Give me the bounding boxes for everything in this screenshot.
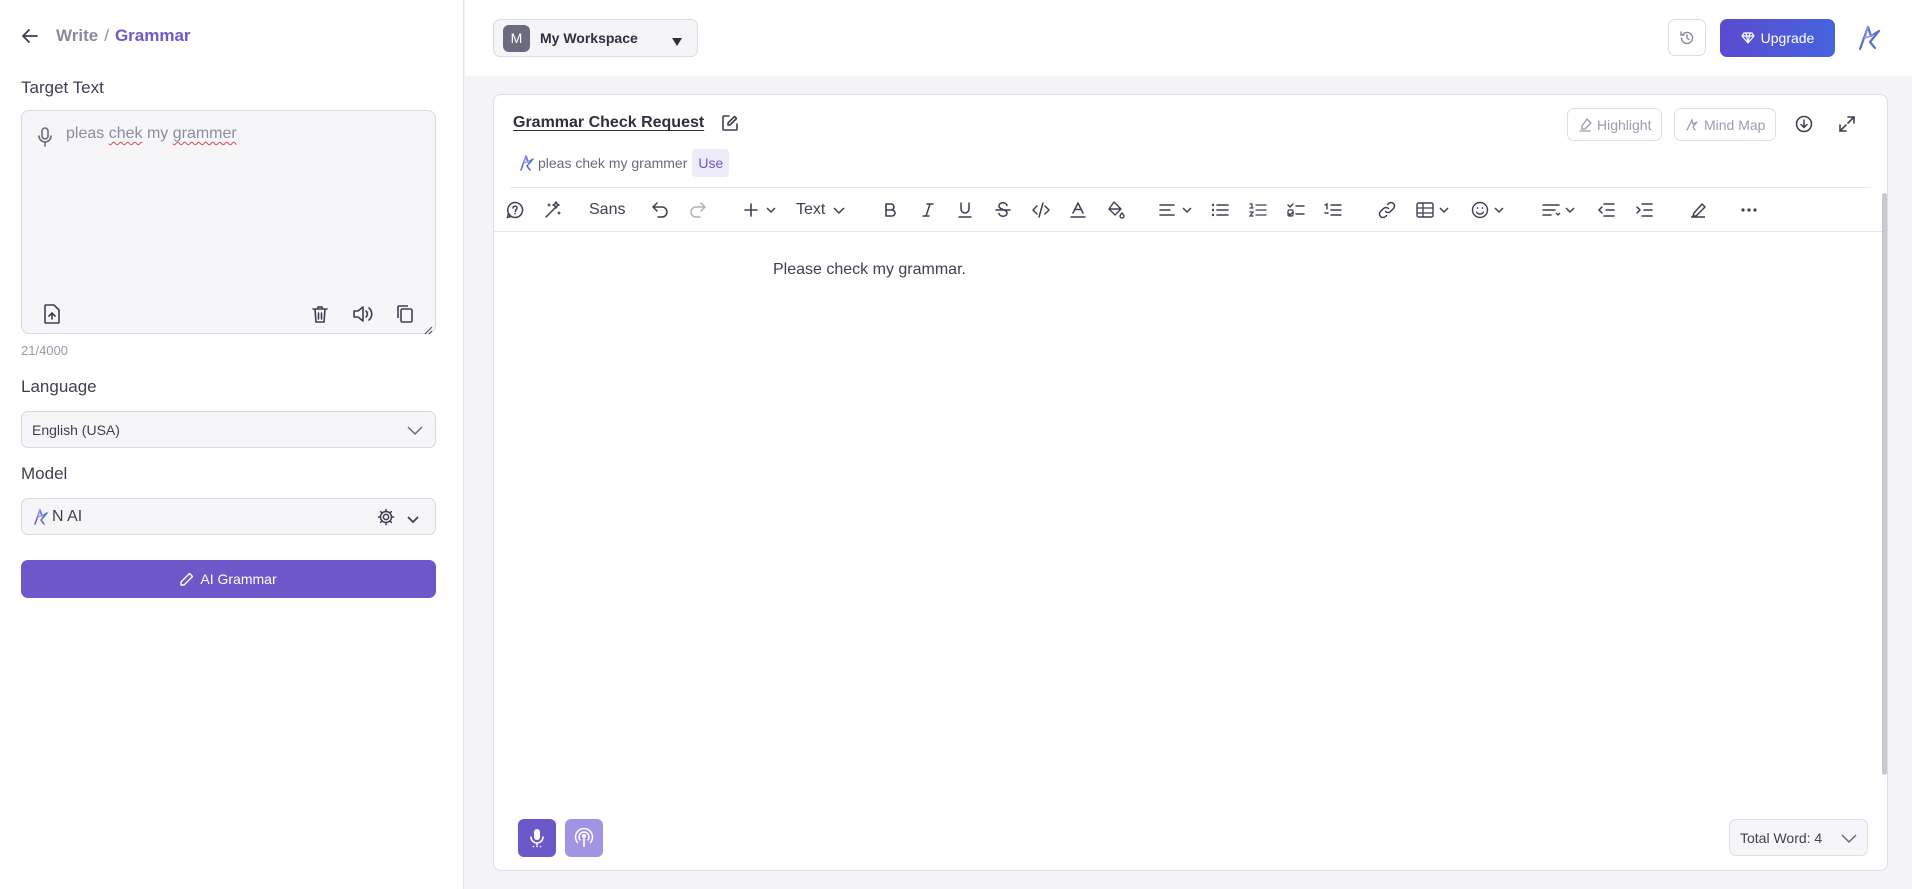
upgrade-label: Upgrade xyxy=(1760,30,1815,46)
undo-icon[interactable] xyxy=(651,198,669,222)
caret-down-icon xyxy=(671,34,683,46)
workspace-avatar: M xyxy=(503,24,530,52)
more-options-icon[interactable] xyxy=(1740,198,1758,222)
editor-content[interactable]: Please check my grammar. xyxy=(773,261,966,279)
model-logo-icon xyxy=(32,508,48,526)
outdent-icon[interactable] xyxy=(1597,198,1615,222)
chevron-down-icon xyxy=(407,423,423,437)
resize-handle-icon[interactable] xyxy=(424,322,433,335)
highlighter-icon xyxy=(1579,117,1592,132)
target-text-label: Target Text xyxy=(21,78,104,97)
breadcrumb: Write / Grammar xyxy=(22,26,191,46)
top-bar: M My Workspace Upgrade xyxy=(465,0,1912,76)
speaker-icon[interactable] xyxy=(351,302,375,326)
indent-icon[interactable] xyxy=(1635,198,1653,222)
bullet-list-icon[interactable] xyxy=(1211,198,1229,222)
align-dropdown[interactable] xyxy=(1159,198,1195,222)
podcast-button[interactable] xyxy=(565,819,603,857)
gear-icon[interactable] xyxy=(377,508,395,526)
upgrade-button[interactable]: Upgrade xyxy=(1720,19,1835,57)
history-icon xyxy=(1680,30,1694,44)
diamond-icon xyxy=(1741,32,1755,44)
editor-toolbar: Sans Text xyxy=(494,188,1889,232)
expand-icon[interactable] xyxy=(1835,112,1859,136)
copy-icon[interactable] xyxy=(393,302,417,326)
strikethrough-icon[interactable] xyxy=(995,198,1011,222)
breadcrumb-parent[interactable]: Write xyxy=(56,26,98,46)
character-counter: 21/4000 xyxy=(21,343,68,358)
underline-icon[interactable] xyxy=(957,198,973,222)
trash-icon[interactable] xyxy=(308,302,332,326)
redo-icon[interactable] xyxy=(689,198,707,222)
document-title[interactable]: Grammar Check Request xyxy=(513,114,704,132)
pencil-icon xyxy=(180,572,194,586)
highlight-button[interactable]: Highlight xyxy=(1567,108,1663,141)
app-logo-icon[interactable] xyxy=(1856,24,1882,52)
ai-grammar-label: AI Grammar xyxy=(200,571,277,587)
font-family-select[interactable]: Sans xyxy=(589,198,625,222)
model-select[interactable]: N AI xyxy=(21,498,436,535)
ai-grammar-button[interactable]: AI Grammar xyxy=(21,560,436,598)
back-arrow-icon[interactable] xyxy=(22,26,42,46)
code-icon[interactable] xyxy=(1032,198,1050,222)
suggestion-text: pleas chek my grammer xyxy=(538,155,688,171)
magic-wand-icon[interactable] xyxy=(544,198,562,222)
line-height-dropdown[interactable] xyxy=(1542,198,1578,222)
chevron-down-icon xyxy=(1841,831,1857,847)
language-select[interactable]: English (USA) xyxy=(21,411,436,448)
mind-map-button[interactable]: Mind Map xyxy=(1674,108,1777,141)
language-label: Language xyxy=(21,377,97,396)
text-color-icon[interactable] xyxy=(1070,198,1086,222)
fill-color-icon[interactable] xyxy=(1107,198,1125,222)
breadcrumb-separator: / xyxy=(104,26,109,45)
breadcrumb-current: Grammar xyxy=(114,26,191,45)
target-text-input[interactable]: pleas chek my grammer xyxy=(21,110,436,335)
editor-card: Grammar Check Request Highlight Mind Map… xyxy=(493,94,1889,871)
bold-icon[interactable] xyxy=(882,198,898,222)
left-panel: Write / Grammar Target Text pleas chek m… xyxy=(0,0,464,889)
workspace-selector[interactable]: M My Workspace xyxy=(493,19,698,57)
ordered-list-icon[interactable] xyxy=(1324,198,1342,222)
scrollbar[interactable] xyxy=(1882,193,1887,775)
checklist-icon[interactable] xyxy=(1287,198,1305,222)
word-count-dropdown[interactable]: Total Word: 4 xyxy=(1729,819,1868,856)
insert-block-dropdown[interactable] xyxy=(743,198,777,222)
word-count-label: Total Word: 4 xyxy=(1740,829,1823,846)
upload-file-icon[interactable] xyxy=(40,302,64,326)
highlight-label: Highlight xyxy=(1597,116,1652,133)
suggestion-row: pleas chek my grammer Use xyxy=(518,149,730,177)
italic-icon[interactable] xyxy=(920,198,936,222)
edit-title-icon[interactable] xyxy=(721,114,739,132)
mind-map-label: Mind Map xyxy=(1704,116,1766,133)
download-icon[interactable] xyxy=(1792,112,1816,136)
table-dropdown[interactable] xyxy=(1416,198,1452,222)
use-button[interactable]: Use xyxy=(692,149,730,177)
mind-map-icon xyxy=(1686,117,1698,131)
model-label: Model xyxy=(21,464,68,483)
target-text-value[interactable]: pleas chek my grammer xyxy=(66,125,237,143)
microphone-icon xyxy=(530,829,544,848)
language-value: English (USA) xyxy=(32,421,120,438)
workspace-name: My Workspace xyxy=(540,30,638,46)
podcast-icon xyxy=(574,828,594,847)
numbered-list-icon[interactable] xyxy=(1249,198,1267,222)
history-button[interactable] xyxy=(1668,19,1706,56)
microphone-icon[interactable] xyxy=(38,127,56,147)
clear-format-icon[interactable] xyxy=(1689,198,1707,222)
emoji-dropdown[interactable] xyxy=(1471,198,1507,222)
model-logo-icon xyxy=(520,155,534,171)
link-icon[interactable] xyxy=(1378,198,1396,222)
comment-ai-icon[interactable] xyxy=(506,198,524,222)
model-value: N AI xyxy=(52,507,83,525)
text-style-dropdown[interactable]: Text xyxy=(796,198,847,222)
chevron-down-icon[interactable] xyxy=(407,511,423,525)
voice-input-button[interactable] xyxy=(518,819,556,857)
